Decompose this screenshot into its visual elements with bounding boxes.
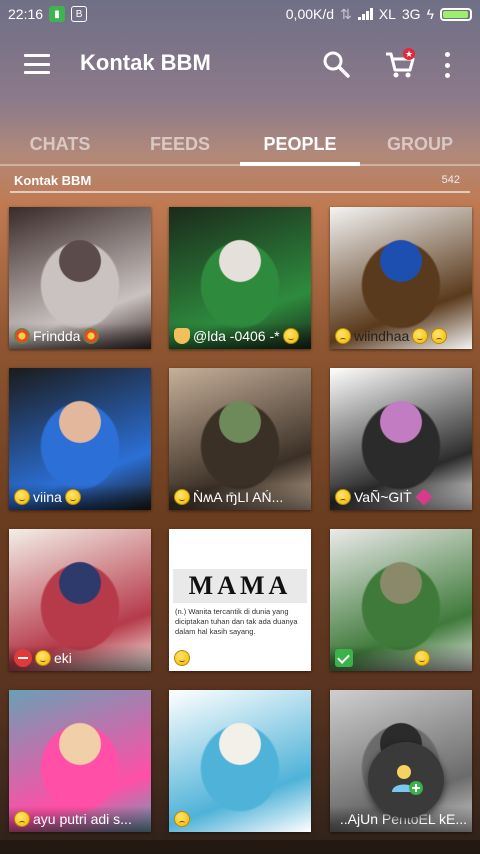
smile-emoji-icon	[414, 650, 430, 666]
contact-card[interactable]: eki	[9, 529, 151, 671]
contact-card[interactable]	[330, 529, 472, 671]
charging-icon: ϟ	[426, 6, 434, 22]
pensive-emoji-icon	[335, 328, 351, 344]
pensive-emoji-icon	[174, 811, 190, 827]
contact-name: @lda -0406 -*	[193, 328, 280, 344]
contact-label	[330, 645, 472, 671]
smile-emoji-icon	[174, 650, 190, 666]
status-left: 22:16 ▮ B	[8, 6, 88, 22]
do-not-disturb-icon	[14, 649, 32, 667]
contact-label: ǸʍA ɱ̄LI AŃ...	[169, 484, 311, 510]
bbm-notification-icon: B	[71, 6, 88, 22]
search-icon[interactable]	[322, 50, 350, 78]
page-title: Kontak BBM	[80, 50, 211, 75]
signal-icon	[357, 8, 373, 20]
mama-heading: MAMA	[173, 569, 307, 603]
network-type-label: 3G	[401, 6, 421, 22]
battery-fill	[443, 10, 468, 18]
contact-label: VaÑ~GIṪ	[330, 484, 472, 510]
menu-icon[interactable]	[24, 54, 50, 74]
contact-name: ǸʍA ɱ̄LI AŃ...	[193, 489, 284, 505]
contact-label: @lda -0406 -*	[169, 323, 311, 349]
network-speed: 0,00K/d	[285, 6, 335, 22]
contact-card[interactable]: VaÑ~GIṪ	[330, 368, 472, 510]
contact-card[interactable]: @lda -0406 -*	[169, 207, 311, 349]
status-right: 0,00K/d ⇅ XL 3G ϟ	[286, 6, 472, 23]
tab-group[interactable]: GROUP	[360, 128, 480, 166]
contact-label: ayu putri adi s...	[9, 806, 151, 832]
contact-name: wiindhaa	[354, 328, 410, 344]
contact-name: ayu putri adi s...	[33, 811, 132, 827]
smile-emoji-icon	[282, 328, 299, 344]
tab-divider	[0, 164, 480, 166]
carrier-label: XL	[378, 6, 396, 22]
more-options-icon[interactable]	[443, 52, 451, 78]
battery-icon	[440, 7, 472, 21]
app-bar: Kontak BBM ★	[0, 28, 480, 100]
svg-text:★: ★	[405, 50, 413, 60]
pensive-emoji-icon	[431, 328, 448, 344]
contacts-subheader: Kontak BBM 542	[0, 170, 480, 193]
contact-card[interactable]: viina	[9, 368, 151, 510]
contact-label: wiindhaa	[330, 323, 472, 349]
sad-emoji-icon	[14, 811, 30, 827]
contact-name: VaÑ~GIṪ	[354, 489, 412, 505]
contact-name: Frindda	[33, 328, 81, 344]
battery-saver-icon: ▮	[49, 6, 66, 22]
add-contact-button[interactable]	[368, 742, 444, 818]
mama-definition: (n.) Wanita tercantik di dunia yang dici…	[175, 607, 298, 636]
check-mark-icon	[335, 649, 353, 667]
contact-card[interactable]: MAMA (n.) Wanita tercantik di dunia yang…	[169, 529, 311, 671]
tab-chats[interactable]: CHATS	[0, 128, 120, 166]
contact-label: Frindda	[9, 323, 151, 349]
smile-emoji-icon	[14, 489, 30, 505]
bottom-edge	[0, 840, 480, 854]
tab-bar: CHATS FEEDS PEOPLE GROUP	[0, 128, 480, 166]
flower-icon	[14, 328, 30, 344]
contact-card[interactable]: Frindda	[9, 207, 151, 349]
tab-feeds[interactable]: FEEDS	[120, 128, 240, 166]
kiss-lips-icon	[415, 488, 433, 506]
add-contact-icon	[392, 765, 423, 795]
subheader-divider	[10, 191, 470, 193]
flower-icon	[83, 328, 100, 344]
contacts-count: 542	[441, 174, 460, 186]
cart-icon[interactable]: ★	[384, 48, 416, 80]
status-time: 22:16	[8, 6, 44, 22]
contact-label: viina	[9, 484, 151, 510]
contact-card[interactable]: ǸʍA ɱ̄LI AŃ...	[169, 368, 311, 510]
contact-name: eki	[54, 650, 72, 666]
contact-card[interactable]	[169, 690, 311, 832]
sad-emoji-icon	[335, 489, 351, 505]
praying-hands-icon	[174, 328, 190, 344]
grin-emoji-icon	[412, 328, 429, 344]
contact-label	[169, 806, 311, 832]
contact-label	[169, 645, 311, 671]
contact-label: eki	[9, 645, 151, 671]
data-transfer-icon: ⇅	[340, 5, 352, 22]
status-bar: 22:16 ▮ B 0,00K/d ⇅ XL 3G ϟ	[0, 0, 480, 28]
smile-emoji-icon	[174, 489, 190, 505]
contact-card[interactable]: ayu putri adi s...	[9, 690, 151, 832]
contacts-section-title: Kontak BBM	[14, 173, 92, 188]
smile-emoji-icon	[35, 650, 51, 666]
smile-emoji-icon	[64, 489, 81, 505]
contact-name: viina	[33, 489, 62, 505]
contact-card[interactable]: wiindhaa	[330, 207, 472, 349]
tab-people[interactable]: PEOPLE	[240, 128, 360, 166]
